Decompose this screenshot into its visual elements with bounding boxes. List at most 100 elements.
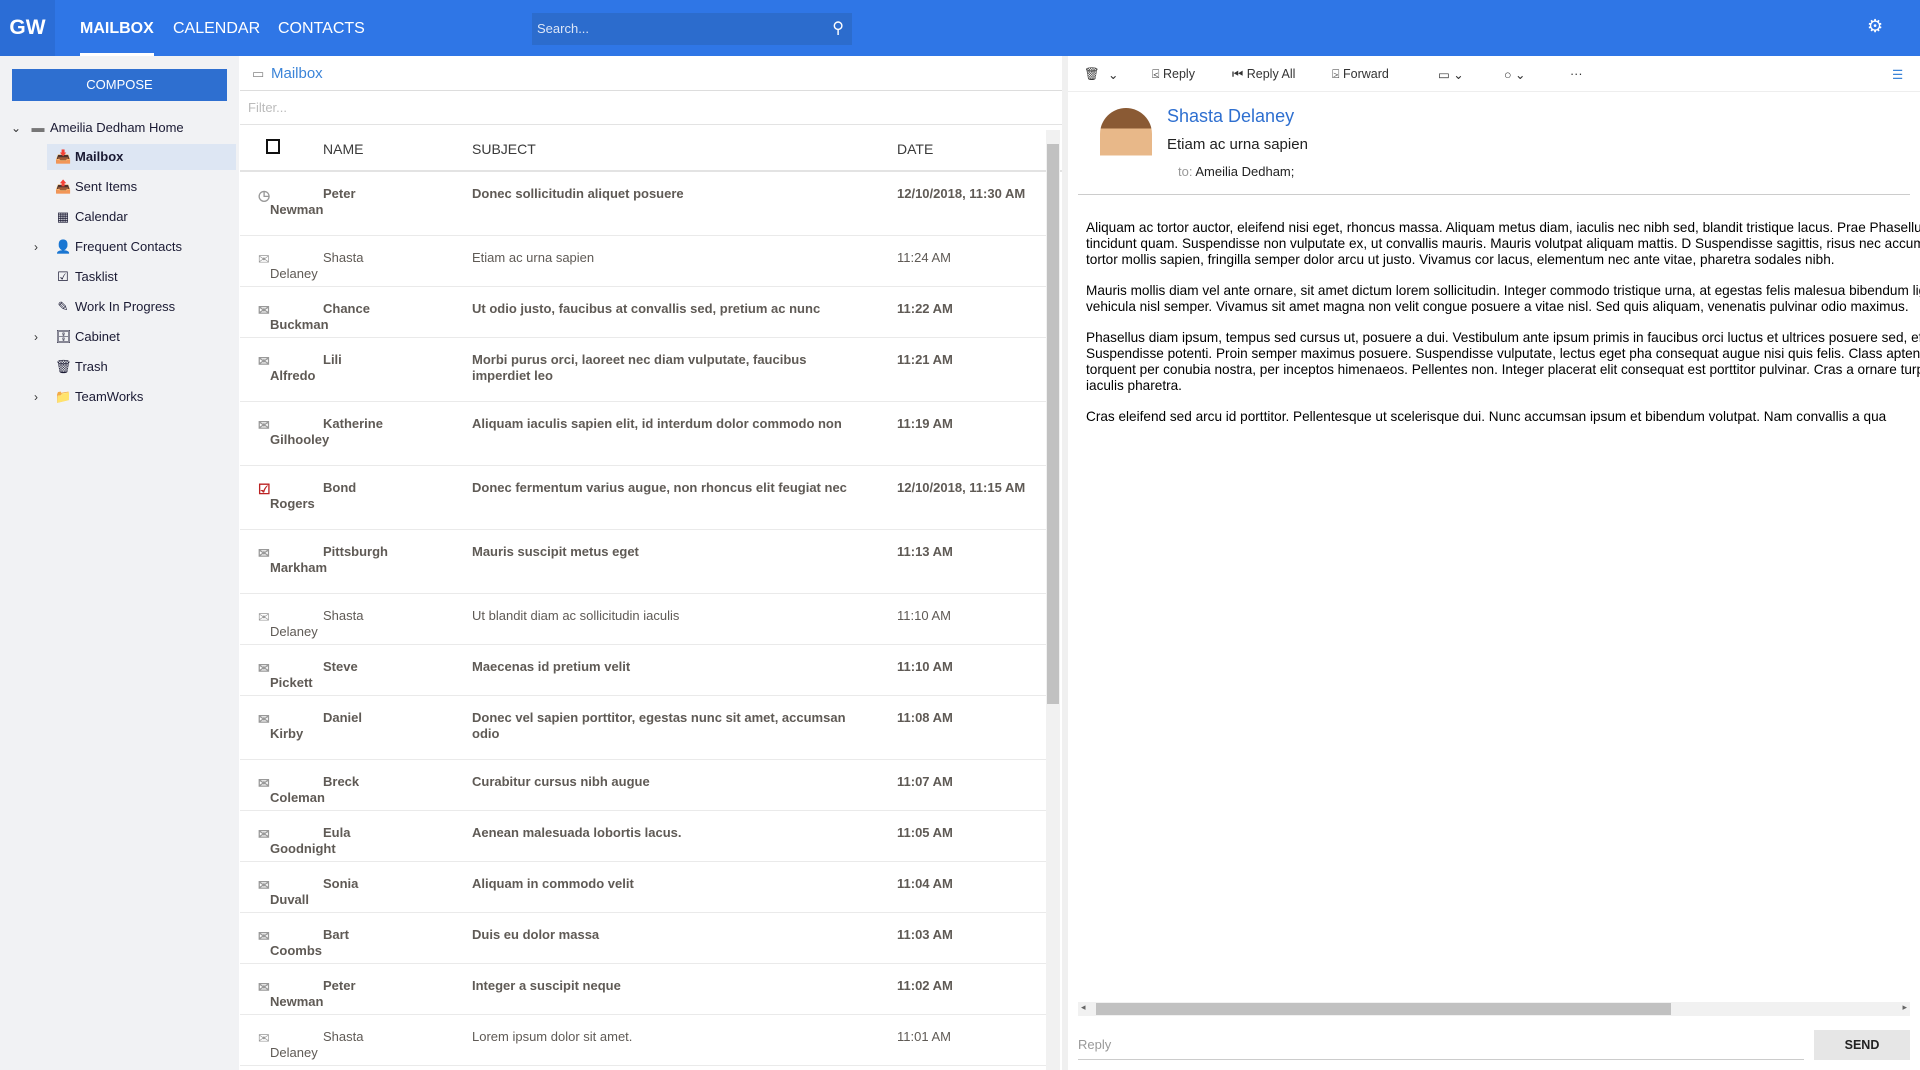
sidebar-item-cabinet[interactable]: › 🗄 Cabinet — [34, 324, 236, 350]
search-placeholder: Search... — [537, 21, 590, 36]
chevron-down-icon[interactable]: ⌄ — [1108, 67, 1118, 82]
sidebar-item-tasklist[interactable]: ☑ Tasklist — [52, 264, 236, 290]
tree-home-label: Ameilia Dedham Home — [50, 120, 184, 135]
select-all-checkbox[interactable] — [266, 139, 280, 154]
row-subject: Etiam ac urna sapien — [472, 250, 595, 265]
compose-button[interactable]: COMPOSE — [12, 69, 227, 101]
scrollbar-thumb[interactable] — [1096, 1003, 1671, 1015]
chevron-right-icon[interactable]: › — [34, 324, 38, 350]
opened-mail-icon: ✉ — [258, 609, 270, 625]
mail-icon: ✉ — [258, 660, 270, 676]
tree-home[interactable]: ⌄ ▬ Ameilia Dedham Home — [0, 115, 239, 141]
column-date[interactable]: DATE — [897, 141, 933, 157]
table-row[interactable]: ✉ Chance Buckman Ut odio justo, faucibus… — [240, 287, 1046, 338]
forward-label: Forward — [1342, 67, 1389, 81]
row-name: Sonia Duvall — [270, 876, 359, 907]
chevron-right-icon[interactable]: › — [34, 384, 38, 410]
search-input[interactable]: Search... ⚲ — [532, 13, 852, 45]
sidebar-item-label: Work In Progress — [75, 299, 176, 314]
row-name: Katherine Gilhooley — [270, 416, 383, 447]
horizontal-scrollbar[interactable]: ◂ ▸ — [1078, 1002, 1910, 1016]
row-name: Bond Rogers — [270, 480, 357, 511]
tasklist-icon: ☑ — [57, 269, 69, 284]
table-row[interactable]: ✉ Steve Pickett Maecenas id pretium veli… — [240, 645, 1046, 696]
search-icon[interactable]: ⚲ — [832, 13, 844, 45]
row-subject: Mauris suscipit metus eget — [472, 544, 639, 559]
table-row[interactable]: ✉ Shasta Delaney Ut blandit diam ac soll… — [240, 594, 1046, 645]
row-date: 11:07 AM — [897, 774, 953, 789]
table-row[interactable]: ✉ Peter Newman Integer a suscipit neque … — [240, 964, 1046, 1015]
sidebar-item-label: Trash — [75, 359, 108, 374]
table-row[interactable]: ✉ Breck Coleman Curabitur cursus nibh au… — [240, 760, 1046, 811]
tab-contacts[interactable]: CONTACTS — [278, 0, 365, 56]
status-circle-icon[interactable]: ○ ⌄ — [1504, 67, 1526, 82]
scrollbar-thumb[interactable] — [1047, 144, 1059, 704]
reply-all-icon: ⏮ — [1232, 67, 1247, 81]
table-row[interactable]: ◷ Peter Newman Donec sollicitudin alique… — [240, 172, 1046, 236]
more-icon[interactable]: ··· — [1570, 67, 1583, 81]
row-subject: Aliquam in commodo velit — [472, 876, 634, 891]
tab-mailbox[interactable]: MAILBOX — [80, 0, 154, 56]
filter-input[interactable]: Filter... — [240, 91, 1062, 125]
sidebar-item-calendar[interactable]: ▦ Calendar — [52, 204, 236, 230]
row-date: 11:04 AM — [897, 876, 953, 891]
forward-button[interactable]: ⍄ Forward — [1332, 67, 1389, 82]
table-row[interactable]: ✉ Daniel Kirby Donec vel sapien porttito… — [240, 696, 1046, 760]
gear-icon[interactable]: ⚙ — [1867, 16, 1883, 37]
row-date: 11:02 AM — [897, 978, 953, 993]
row-name: Shasta Delaney — [270, 250, 364, 281]
move-folder-icon[interactable]: ▭ ⌄ — [1438, 67, 1464, 82]
mail-icon: ✉ — [258, 417, 270, 433]
reply-input[interactable]: Reply — [1078, 1030, 1804, 1060]
table-row[interactable]: ✉ Katherine Gilhooley Aliquam iaculis sa… — [240, 402, 1046, 466]
list-title: ▭ Mailbox — [240, 56, 1062, 91]
sidebar-item-sent-items[interactable]: 📤 Sent Items — [52, 174, 236, 200]
chevron-down-icon[interactable]: ⌄ — [11, 115, 21, 141]
row-subject: Integer a suscipit neque — [472, 978, 621, 993]
menu-icon[interactable]: ☰ — [1892, 67, 1903, 82]
table-row[interactable]: ✉ Eula Goodnight Aenean malesuada lobort… — [240, 811, 1046, 862]
row-subject: Donec fermentum varius augue, non rhoncu… — [472, 480, 847, 495]
column-name[interactable]: NAME — [323, 141, 363, 157]
scroll-left-icon[interactable]: ◂ — [1081, 1002, 1086, 1013]
column-subject[interactable]: SUBJECT — [472, 141, 536, 157]
send-button[interactable]: SEND — [1814, 1030, 1910, 1060]
row-name: Pittsburgh Markham — [270, 544, 388, 575]
body-paragraph: Aliquam ac tortor auctor, eleifend nisi … — [1086, 220, 1920, 267]
sidebar-item-teamworks[interactable]: › 📁 TeamWorks — [34, 384, 236, 410]
recipients: to: Ameilia Dedham; — [1178, 164, 1294, 179]
table-row[interactable]: ✉ Lili Alfredo Morbi purus orci, laoreet… — [240, 338, 1046, 402]
row-subject: Aliquam iaculis sapien elit, id interdum… — [472, 416, 842, 431]
sidebar-item-work-in-progress[interactable]: ✎ Work In Progress — [52, 294, 236, 320]
table-row[interactable]: ✉ Sonia Duvall Aliquam in commodo velit … — [240, 862, 1046, 913]
sender-name[interactable]: Shasta Delaney — [1167, 106, 1294, 127]
sidebar-item-mailbox[interactable]: 📥 Mailbox — [47, 144, 236, 170]
trash-icon: 🗑 — [55, 359, 72, 374]
row-date: 11:24 AM — [897, 250, 951, 265]
reply-all-label: Reply All — [1246, 67, 1296, 81]
table-row[interactable]: ✉ Bart Coombs Duis eu dolor massa 11:03 … — [240, 913, 1046, 964]
table-row[interactable]: ✉ Pittsburgh Markham Mauris suscipit met… — [240, 530, 1046, 594]
trash-icon[interactable]: 🗑 — [1084, 67, 1100, 82]
to-label: to: — [1178, 164, 1193, 179]
clock-icon: ◷ — [258, 187, 271, 203]
reply-button[interactable]: ⍃ Reply — [1152, 67, 1195, 82]
table-row[interactable]: ☑ Bond Rogers Donec fermentum varius aug… — [240, 466, 1046, 530]
sidebar-item-label: Calendar — [75, 209, 128, 224]
row-name: Shasta Delaney — [270, 608, 364, 639]
sidebar-item-trash[interactable]: 🗑 Trash — [52, 354, 236, 380]
row-name: Bart Coombs — [270, 927, 350, 958]
avatar — [1100, 108, 1152, 176]
sidebar-item-frequent-contacts[interactable]: › 👤 Frequent Contacts — [34, 234, 236, 260]
list-scrollbar[interactable] — [1046, 130, 1060, 1070]
table-row[interactable]: ✉ Shasta Delaney Etiam ac urna sapien 11… — [240, 236, 1046, 287]
chevron-right-icon[interactable]: › — [34, 234, 38, 260]
table-row[interactable]: ✉ Shasta Delaney Lorem ipsum dolor sit a… — [240, 1015, 1046, 1066]
row-subject: Ut odio justo, faucibus at convallis sed… — [472, 301, 821, 316]
row-date: 11:05 AM — [897, 825, 953, 840]
reply-all-button[interactable]: ⏮ Reply All — [1232, 67, 1295, 82]
tab-calendar[interactable]: CALENDAR — [173, 0, 260, 56]
sent-icon: 📤 — [55, 179, 72, 194]
scroll-right-icon[interactable]: ▸ — [1902, 1002, 1907, 1013]
row-name: Chance Buckman — [270, 301, 370, 332]
